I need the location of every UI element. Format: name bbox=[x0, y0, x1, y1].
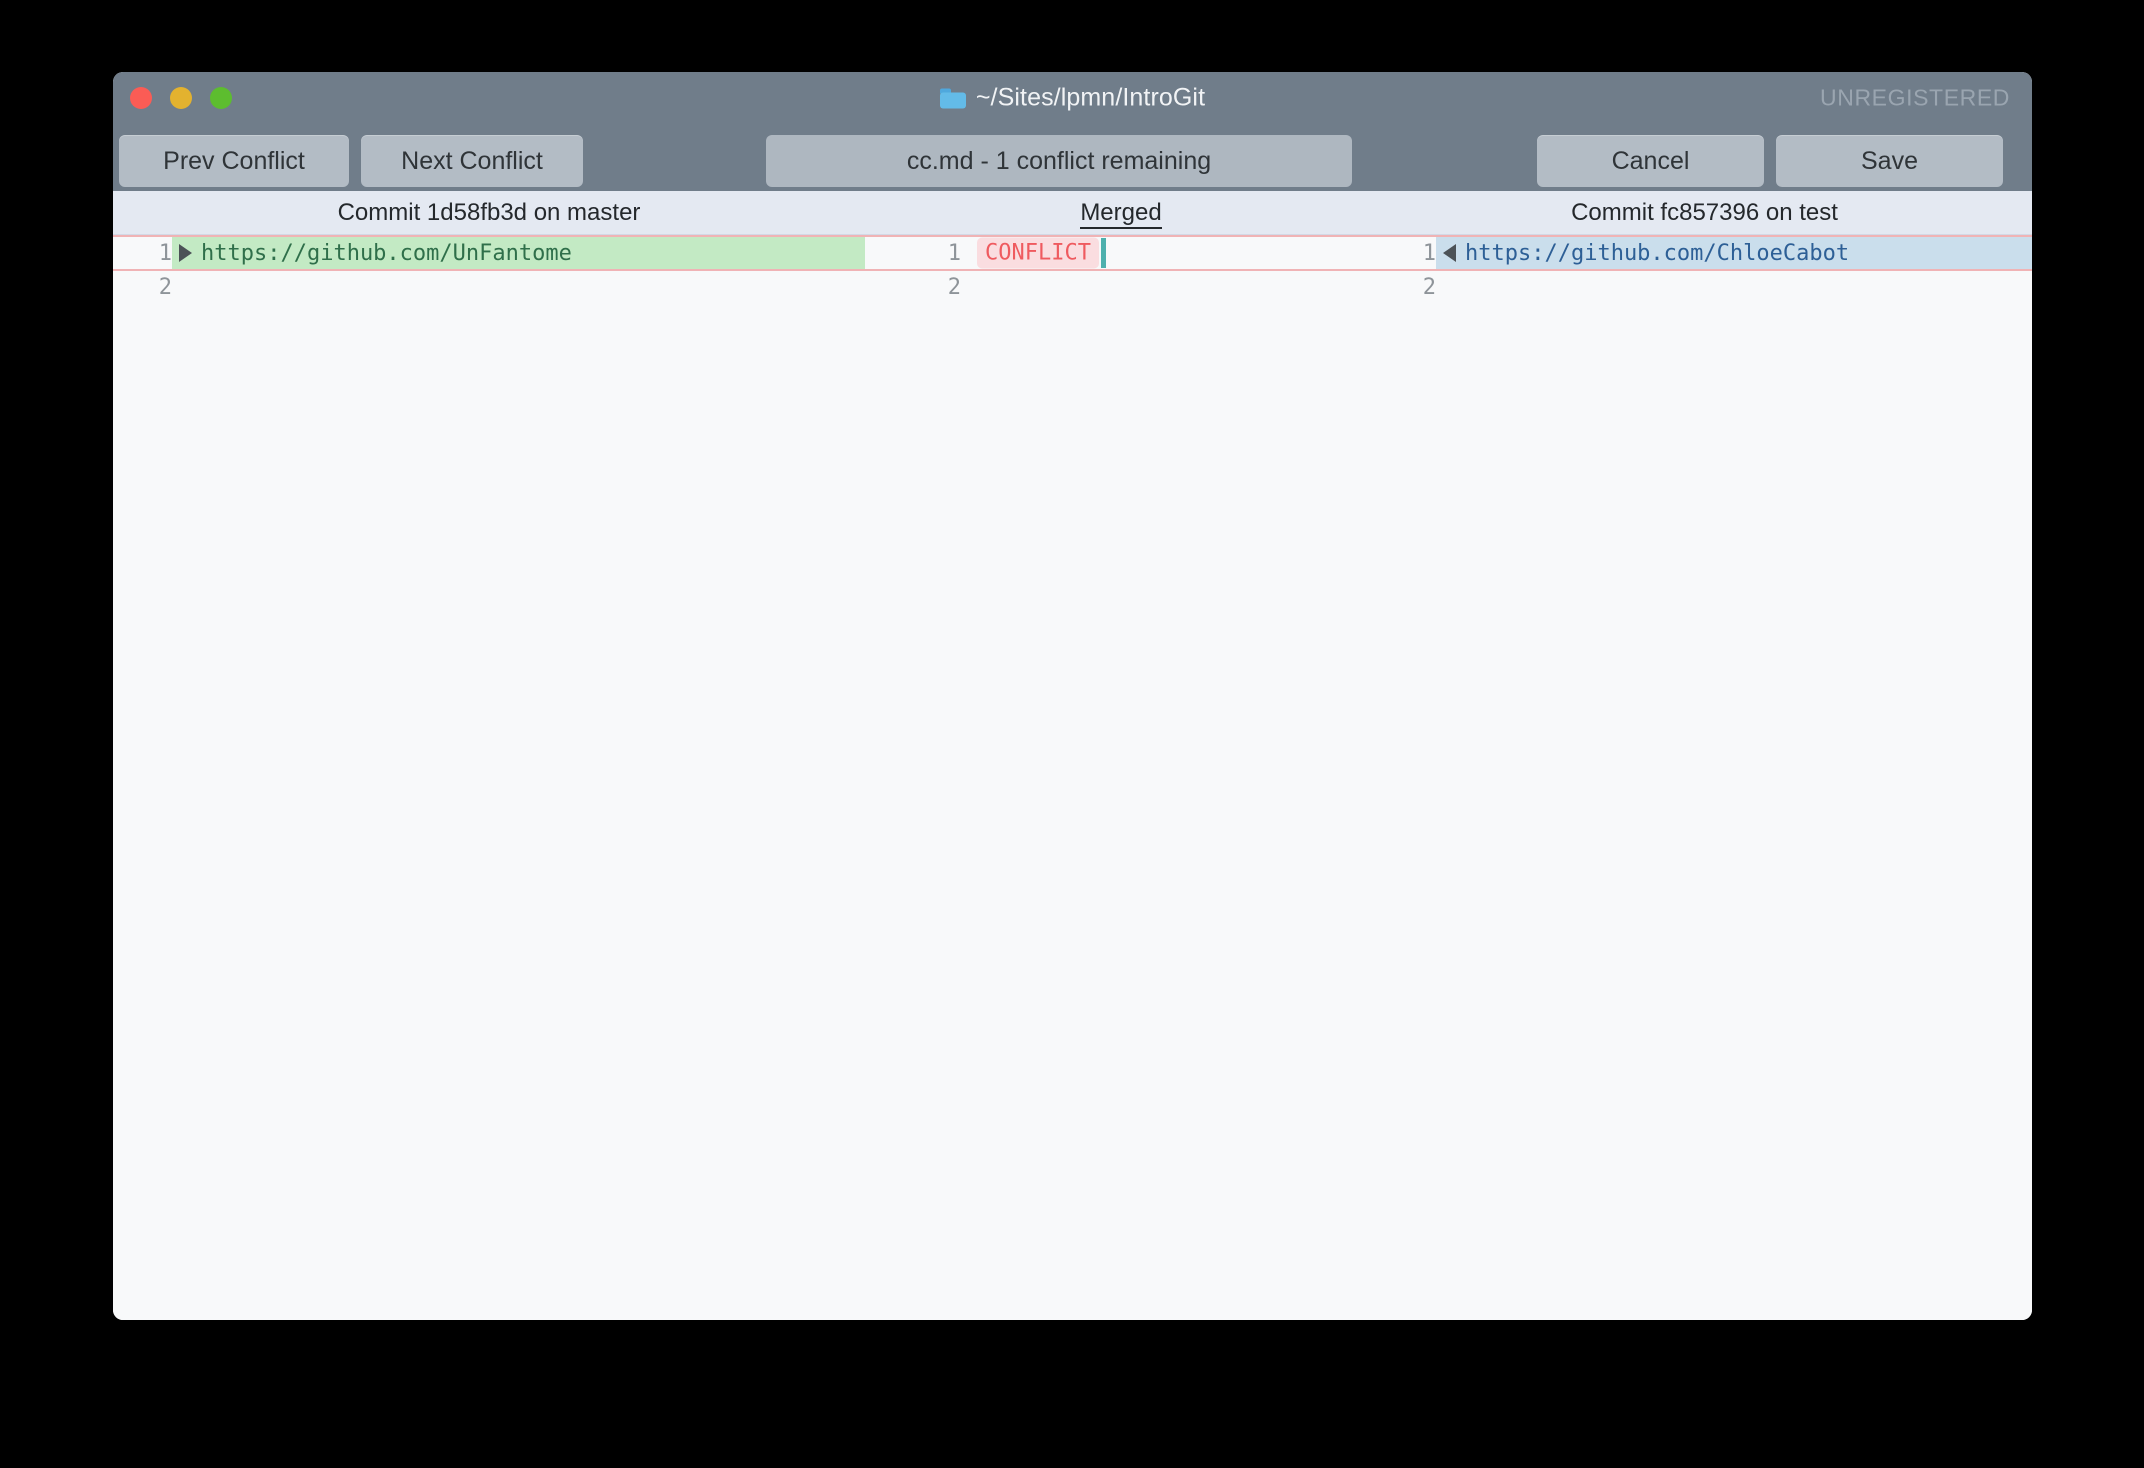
conflict-marker: CONFLICT bbox=[977, 237, 1099, 269]
arrow-left-icon[interactable] bbox=[1443, 244, 1456, 262]
maximize-window-button[interactable] bbox=[210, 87, 232, 109]
pane-header-row: Commit 1d58fb3d on master Merged Commit … bbox=[113, 191, 2032, 235]
traffic-lights bbox=[130, 87, 232, 109]
folder-icon bbox=[939, 88, 966, 108]
save-button[interactable]: Save bbox=[1776, 135, 2003, 187]
license-badge: UNREGISTERED bbox=[1820, 84, 2010, 111]
next-conflict-button[interactable]: Next Conflict bbox=[361, 135, 583, 187]
right-pane-line[interactable]: 1 https://github.com/ChloeCabot bbox=[1377, 237, 2032, 269]
diff-body: 1 https://github.com/UnFantome 1 CONFLIC… bbox=[113, 235, 2032, 1320]
left-line-number: 1 bbox=[158, 241, 172, 266]
prev-conflict-button[interactable]: Prev Conflict bbox=[119, 135, 349, 187]
window-titlebar: ~/Sites/lpmn/IntroGit UNREGISTERED bbox=[113, 72, 2032, 124]
right-pane-line[interactable]: 2 bbox=[1377, 271, 2032, 307]
minimize-window-button[interactable] bbox=[170, 87, 192, 109]
right-line-number: 1 bbox=[1422, 241, 1436, 266]
merged-pane-header[interactable]: Merged bbox=[865, 191, 1377, 234]
left-pane-header: Commit 1d58fb3d on master bbox=[337, 199, 641, 226]
merged-line-number: 2 bbox=[947, 275, 961, 300]
right-line-number: 2 bbox=[1422, 275, 1436, 300]
file-status-field[interactable]: cc.md - 1 conflict remaining bbox=[766, 135, 1352, 187]
right-pane-header: Commit fc857396 on test bbox=[1571, 199, 1838, 226]
cancel-button[interactable]: Cancel bbox=[1537, 135, 1764, 187]
left-pane-line[interactable]: 2 bbox=[113, 271, 865, 307]
right-line-text: https://github.com/ChloeCabot bbox=[1465, 241, 1850, 266]
close-window-button[interactable] bbox=[130, 87, 152, 109]
left-line-number: 2 bbox=[158, 275, 172, 300]
text-cursor bbox=[1101, 238, 1106, 268]
merged-pane-line[interactable]: 2 bbox=[865, 271, 1377, 307]
window-title: ~/Sites/lpmn/IntroGit bbox=[975, 83, 1206, 112]
window-title-group: ~/Sites/lpmn/IntroGit bbox=[113, 84, 2032, 113]
arrow-right-icon[interactable] bbox=[179, 244, 192, 262]
merged-pane-line[interactable]: 1 CONFLICT bbox=[865, 237, 1377, 269]
left-line-text: https://github.com/UnFantome bbox=[201, 241, 572, 266]
toolbar: Prev Conflict Next Conflict cc.md - 1 co… bbox=[113, 124, 2032, 191]
left-pane-line[interactable]: 1 https://github.com/UnFantome bbox=[113, 237, 865, 269]
table-row[interactable]: 2 2 2 bbox=[113, 271, 2032, 307]
merged-line-number: 1 bbox=[947, 241, 961, 266]
merged-pane-header-label: Merged bbox=[1080, 199, 1162, 229]
merge-tool-window: ~/Sites/lpmn/IntroGit UNREGISTERED Prev … bbox=[113, 72, 2032, 1320]
table-row[interactable]: 1 https://github.com/UnFantome 1 CONFLIC… bbox=[113, 235, 2032, 271]
